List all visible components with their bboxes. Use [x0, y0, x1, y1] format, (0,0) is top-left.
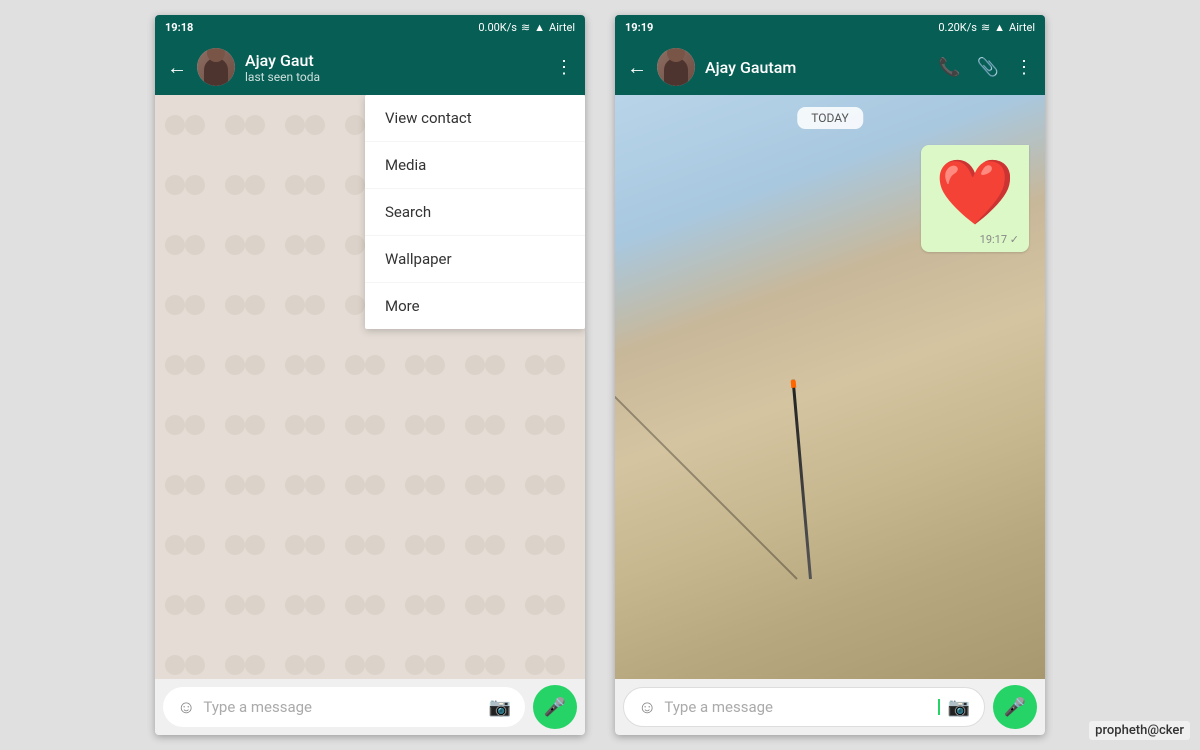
chat-area-left: View contact Media Search Wallpaper More: [155, 95, 585, 679]
more-icon-left[interactable]: ⋮: [555, 57, 573, 78]
network-speed-right: 0.20K/s: [938, 21, 977, 34]
contact-info-left: Ajay Gaut last seen toda: [245, 51, 545, 84]
wifi-icon: ≋: [521, 21, 530, 34]
wifi-icon-right: ≋: [981, 21, 990, 34]
signal-icon-right: ▲: [994, 21, 1005, 34]
left-phone: 19:18 0.00K/s ≋ ▲ Airtel ← Ajay Gaut las…: [155, 15, 585, 735]
status-right-left: 0.00K/s ≋ ▲ Airtel: [478, 21, 575, 34]
message-time: 19:17 ✓: [980, 233, 1019, 246]
camera-icon-left[interactable]: 📷: [489, 697, 511, 718]
avatar-right: [657, 48, 695, 86]
mic-icon-left: 🎤: [544, 697, 566, 718]
avatar-face-right: [657, 48, 695, 86]
chat-header-right: ← Ajay Gautam 📞 📎 ⋮: [615, 39, 1045, 95]
right-phone: 19:19 0.20K/s ≋ ▲ Airtel ← Ajay Gautam 📞…: [615, 15, 1045, 735]
menu-item-view-contact[interactable]: View contact: [365, 95, 585, 142]
message-tick: ✓: [1010, 233, 1019, 246]
status-bar-right: 19:19 0.20K/s ≋ ▲ Airtel: [615, 15, 1045, 39]
chat-header-left: ← Ajay Gaut last seen toda ⋮: [155, 39, 585, 95]
menu-item-wallpaper[interactable]: Wallpaper: [365, 236, 585, 283]
more-icon-right[interactable]: ⋮: [1015, 57, 1033, 78]
watermark: propheth@cker: [1089, 721, 1190, 740]
heart-emoji: ❤️: [935, 155, 1015, 230]
back-button-right[interactable]: ←: [627, 55, 647, 80]
status-bar-left: 19:18 0.00K/s ≋ ▲ Airtel: [155, 15, 585, 39]
avatar-left: [197, 48, 235, 86]
dropdown-menu: View contact Media Search Wallpaper More: [365, 95, 585, 329]
menu-item-media[interactable]: Media: [365, 142, 585, 189]
carrier-right: Airtel: [1009, 21, 1035, 34]
menu-item-more[interactable]: More: [365, 283, 585, 329]
chat-area-right: TODAY ❤️ 19:17 ✓: [615, 95, 1045, 679]
contact-status-left: last seen toda: [245, 70, 545, 84]
header-icons-right: 📞 📎 ⋮: [938, 57, 1033, 78]
input-placeholder-right: Type a message: [664, 698, 927, 716]
menu-item-search[interactable]: Search: [365, 189, 585, 236]
status-right-right: 0.20K/s ≋ ▲ Airtel: [938, 21, 1035, 34]
message-time-value: 19:17: [980, 233, 1007, 246]
avatar-head: [207, 48, 225, 62]
back-button-left[interactable]: ←: [167, 55, 187, 80]
message-bubble: ❤️ 19:17 ✓: [921, 145, 1029, 252]
emoji-icon-right[interactable]: ☺: [638, 697, 656, 718]
status-time-left: 19:18: [165, 21, 193, 34]
text-cursor: [938, 699, 940, 715]
input-bar-left: ☺ Type a message 📷 🎤: [155, 679, 585, 735]
avatar-silhouette: [204, 58, 228, 86]
matchstick-head: [790, 380, 796, 388]
emoji-icon-left[interactable]: ☺: [177, 697, 195, 718]
header-icons-left: ⋮: [555, 57, 573, 78]
avatar-silhouette-right: [664, 58, 688, 86]
signal-icon: ▲: [534, 21, 545, 34]
contact-name-left: Ajay Gaut: [245, 51, 545, 70]
network-speed-left: 0.00K/s: [478, 21, 517, 34]
input-placeholder-left: Type a message: [203, 698, 480, 716]
input-field-right[interactable]: ☺ Type a message 📷: [623, 687, 985, 727]
input-field-left[interactable]: ☺ Type a message 📷: [163, 687, 525, 727]
avatar-head-right: [667, 48, 685, 62]
mic-button-left[interactable]: 🎤: [533, 685, 577, 729]
camera-icon-right[interactable]: 📷: [948, 697, 970, 718]
avatar-face-left: [197, 48, 235, 86]
phone-icon-right[interactable]: 📞: [938, 57, 960, 78]
attach-icon-right[interactable]: 📎: [977, 57, 999, 78]
contact-name-right: Ajay Gautam: [705, 58, 928, 77]
mic-icon-right: 🎤: [1004, 697, 1026, 718]
mic-button-right[interactable]: 🎤: [993, 685, 1037, 729]
contact-info-right: Ajay Gautam: [705, 58, 928, 77]
carrier-left: Airtel: [549, 21, 575, 34]
today-badge: TODAY: [797, 107, 863, 129]
input-bar-right: ☺ Type a message 📷 🎤: [615, 679, 1045, 735]
status-time-right: 19:19: [625, 21, 653, 34]
